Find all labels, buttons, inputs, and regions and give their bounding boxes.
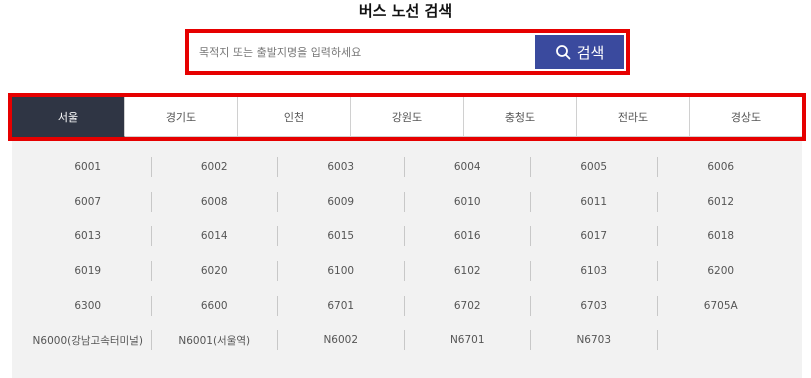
page-title: 버스 노선 검색 bbox=[358, 2, 453, 20]
tab-region[interactable]: 인천 bbox=[238, 97, 351, 137]
route-grid: 6001 6002 6003 6004 6005 6006 6007 6008 6009 6010… bbox=[25, 150, 785, 358]
region-tabs: 서울 경기도 인천 강원도 충청도 전라도 경상도 bbox=[12, 97, 802, 137]
route-row: 6007 6008 6009 6010 6011 6012 bbox=[25, 185, 785, 220]
route-link[interactable]: 6002 bbox=[152, 157, 278, 178]
route-row: 6013 6014 6015 6016 6017 6018 bbox=[25, 219, 785, 254]
route-link[interactable]: N6703 bbox=[531, 330, 658, 351]
search-input[interactable] bbox=[193, 36, 534, 68]
route-link[interactable]: N6002 bbox=[278, 330, 405, 351]
route-link[interactable]: 6019 bbox=[25, 261, 152, 282]
route-link[interactable]: 6702 bbox=[405, 295, 531, 316]
route-link[interactable]: 6013 bbox=[25, 226, 152, 247]
tab-region[interactable]: 충청도 bbox=[464, 97, 577, 137]
route-link[interactable]: N6701 bbox=[405, 330, 531, 351]
route-link[interactable]: 6017 bbox=[531, 226, 658, 247]
route-link[interactable]: 6003 bbox=[278, 157, 405, 178]
search-button-label: 검색 bbox=[576, 43, 605, 62]
tab-region[interactable]: 경상도 bbox=[690, 97, 802, 137]
route-cell-empty bbox=[658, 330, 785, 350]
tab-region[interactable]: 강원도 bbox=[351, 97, 464, 137]
route-link[interactable]: 6103 bbox=[531, 261, 658, 282]
search-box: 검색 bbox=[185, 29, 630, 75]
tab-region[interactable]: 전라도 bbox=[577, 97, 690, 137]
route-link[interactable]: 6011 bbox=[531, 191, 658, 212]
route-link[interactable]: 6006 bbox=[658, 157, 785, 177]
route-link[interactable]: 6600 bbox=[152, 295, 278, 316]
route-link[interactable]: 6001 bbox=[25, 157, 152, 178]
route-link[interactable]: 6007 bbox=[25, 191, 152, 212]
route-row: 6019 6020 6100 6102 6103 6200 bbox=[25, 254, 785, 289]
route-link[interactable]: N6001(서울역) bbox=[152, 330, 278, 351]
route-link[interactable]: 6009 bbox=[278, 191, 405, 212]
route-link[interactable]: 6020 bbox=[152, 261, 278, 282]
route-row: 6001 6002 6003 6004 6005 6006 bbox=[25, 150, 785, 185]
search-icon bbox=[555, 45, 571, 60]
route-link[interactable]: 6016 bbox=[405, 226, 531, 247]
route-link[interactable]: N6000(강남고속터미널) bbox=[25, 330, 152, 351]
route-link[interactable]: 6004 bbox=[405, 157, 531, 178]
route-link[interactable]: 6014 bbox=[152, 226, 278, 247]
route-link[interactable]: 6200 bbox=[658, 261, 785, 281]
route-link[interactable]: 6015 bbox=[278, 226, 405, 247]
route-link[interactable]: 6018 bbox=[658, 226, 785, 246]
search-button[interactable]: 검색 bbox=[535, 35, 624, 69]
route-link[interactable]: 6008 bbox=[152, 191, 278, 212]
tab-region[interactable]: 서울 bbox=[12, 97, 125, 137]
route-link[interactable]: 6703 bbox=[531, 295, 658, 316]
route-link[interactable]: 6701 bbox=[278, 295, 405, 316]
route-link[interactable]: 6012 bbox=[658, 192, 785, 212]
route-link[interactable]: 6102 bbox=[405, 261, 531, 282]
route-link[interactable]: 6005 bbox=[531, 157, 658, 178]
tab-region[interactable]: 경기도 bbox=[125, 97, 238, 137]
route-row: N6000(강남고속터미널) N6001(서울역) N6002 N6701 N6703 bbox=[25, 323, 785, 358]
route-link[interactable]: 6010 bbox=[405, 191, 531, 212]
route-link[interactable]: 6705A bbox=[658, 296, 785, 316]
route-link[interactable]: 6100 bbox=[278, 261, 405, 282]
routes-panel: 6001 6002 6003 6004 6005 6006 6007 6008 6009 6010… bbox=[12, 141, 802, 378]
region-tabs-frame: 서울 경기도 인천 강원도 충청도 전라도 경상도 bbox=[8, 93, 806, 141]
route-row: 6300 6600 6701 6702 6703 6705A bbox=[25, 288, 785, 323]
route-link[interactable]: 6300 bbox=[25, 295, 152, 316]
